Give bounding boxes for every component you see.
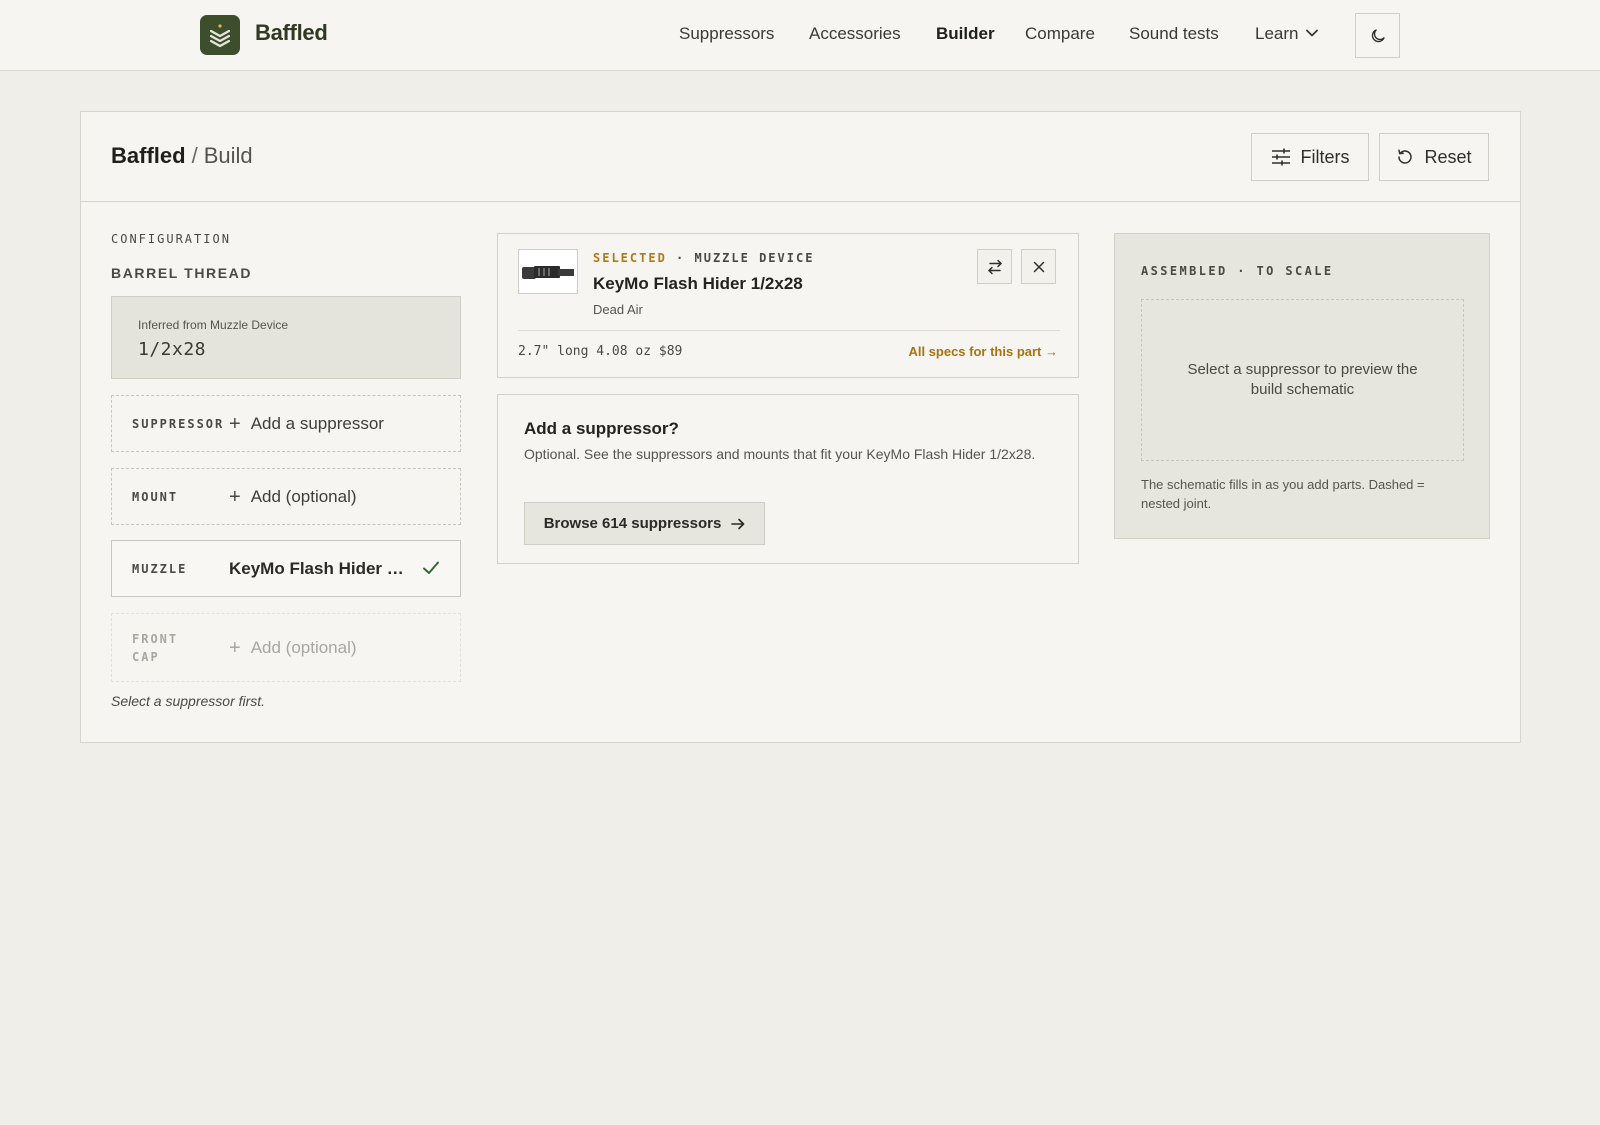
close-icon — [1033, 261, 1044, 272]
front-cap-label-line2: CAP — [132, 649, 160, 664]
filters-label: Filters — [1300, 146, 1350, 167]
front-cap-label-line1: FRONT — [132, 631, 179, 646]
thread-value: 1/2x28 — [138, 339, 207, 360]
add-suppressor-action[interactable]: + Add a suppressor — [229, 414, 384, 434]
selected-status: SELECTED — [593, 251, 667, 265]
configuration-label: CONFIGURATION — [111, 232, 231, 246]
add-suppressor-label: Add a suppressor — [250, 413, 384, 433]
plus-icon: + — [229, 412, 241, 435]
front-cap-slot: FRONT CAP + Add (optional) — [111, 613, 461, 682]
browse-suppressors-label: Browse 614 suppressors — [543, 515, 722, 532]
nav-item-compare[interactable]: Compare — [1025, 24, 1095, 44]
selected-part-brand: Dead Air — [593, 302, 643, 317]
add-mount-label: Add (optional) — [250, 486, 357, 506]
swap-part-button[interactable] — [977, 249, 1012, 284]
selected-part-specs: 2.7" long 4.08 oz $89 — [518, 344, 683, 359]
plus-icon: + — [229, 636, 241, 659]
suppressor-slot[interactable]: SUPPRESSOR + Add a suppressor — [111, 395, 461, 452]
check-icon — [423, 561, 439, 574]
meta-separator: · — [676, 251, 686, 265]
theme-toggle-button[interactable] — [1355, 13, 1400, 58]
schematic-note: The schematic fills in as you add parts.… — [1141, 477, 1425, 511]
schematic-panel: ASSEMBLED · TO SCALE Select a suppressor… — [1114, 233, 1490, 539]
muzzle-slot[interactable]: MUZZLE KeyMo Flash Hider 1/2x28 — [111, 540, 461, 597]
reset-icon — [1398, 149, 1413, 164]
schematic-title: ASSEMBLED · TO SCALE — [1141, 264, 1334, 278]
selected-part-card: SELECTED · MUZZLE DEVICE KeyMo Flash Hid… — [497, 233, 1079, 378]
mount-slot-label: MOUNT — [132, 489, 179, 504]
barrel-thread-box: Inferred from Muzzle Device 1/2x28 — [111, 296, 461, 379]
breadcrumb: Baffled / Build — [111, 143, 253, 169]
selected-meta: SELECTED · MUZZLE DEVICE — [593, 251, 814, 265]
thread-inferred-label: Inferred from Muzzle Device — [138, 318, 289, 332]
nav-item-sound-tests[interactable]: Sound tests — [1129, 24, 1219, 44]
add-suppressor-title: Add a suppressor? — [524, 419, 679, 438]
arrow-right-icon — [731, 518, 745, 529]
front-cap-hint: Select a suppressor first. — [111, 693, 266, 709]
logo-icon[interactable] — [200, 15, 240, 55]
nav-item-learn[interactable]: Learn — [1255, 24, 1319, 44]
brand-name[interactable]: Baffled — [255, 20, 328, 46]
add-suppressor-description: Optional. See the suppressors and mounts… — [524, 446, 1036, 462]
selected-part-name: KeyMo Flash Hider 1/2x28 — [593, 274, 803, 293]
reset-label: Reset — [1424, 146, 1472, 167]
browse-suppressors-button[interactable]: Browse 614 suppressors — [524, 502, 765, 545]
filters-button[interactable]: Filters — [1251, 133, 1369, 181]
nav-item-accessories[interactable]: Accessories — [809, 24, 901, 44]
sliders-icon — [1271, 148, 1290, 166]
selected-category: MUZZLE DEVICE — [694, 251, 815, 265]
schematic-preview: Select a suppressor to preview the build… — [1141, 299, 1464, 461]
top-navbar: Baffled Suppressors Accessories Builder … — [0, 0, 1600, 71]
plus-icon: + — [229, 485, 241, 508]
add-suppressor-card: Add a suppressor? Optional. See the supp… — [497, 394, 1079, 564]
moon-icon — [1371, 28, 1385, 42]
suppressor-slot-label: SUPPRESSOR — [132, 416, 225, 431]
add-front-cap-action: + Add (optional) — [229, 638, 357, 658]
builder-card: Baffled / Build Filters Reset CONFIGURATIO… — [80, 111, 1521, 743]
chevron-down-icon — [1306, 29, 1319, 37]
add-front-cap-label: Add (optional) — [250, 637, 357, 657]
remove-part-button[interactable] — [1021, 249, 1056, 284]
muzzle-slot-value: KeyMo Flash Hider 1/2x28 — [229, 558, 404, 578]
nav-item-suppressors[interactable]: Suppressors — [679, 24, 774, 44]
divider — [518, 330, 1060, 331]
breadcrumb-root[interactable]: Baffled — [111, 143, 186, 168]
front-cap-slot-label: FRONT CAP — [132, 630, 178, 666]
nav-item-builder[interactable]: Builder — [936, 24, 995, 44]
breadcrumb-current: Build — [203, 143, 253, 168]
nav-item-learn-label: Learn — [1255, 24, 1299, 43]
barrel-thread-title: BARREL THREAD — [111, 265, 253, 281]
mount-slot[interactable]: MOUNT + Add (optional) — [111, 468, 461, 525]
breadcrumb-separator: / — [191, 143, 198, 168]
all-specs-link[interactable]: All specs for this part → — [908, 344, 1058, 359]
part-thumbnail — [518, 249, 578, 294]
schematic-placeholder: Select a suppressor to preview the build… — [1187, 361, 1418, 398]
swap-icon — [987, 259, 1002, 274]
add-mount-action[interactable]: + Add (optional) — [229, 487, 357, 507]
muzzle-slot-label: MUZZLE — [132, 561, 188, 576]
card-header: Baffled / Build Filters Reset — [81, 112, 1520, 202]
reset-button[interactable]: Reset — [1379, 133, 1489, 181]
